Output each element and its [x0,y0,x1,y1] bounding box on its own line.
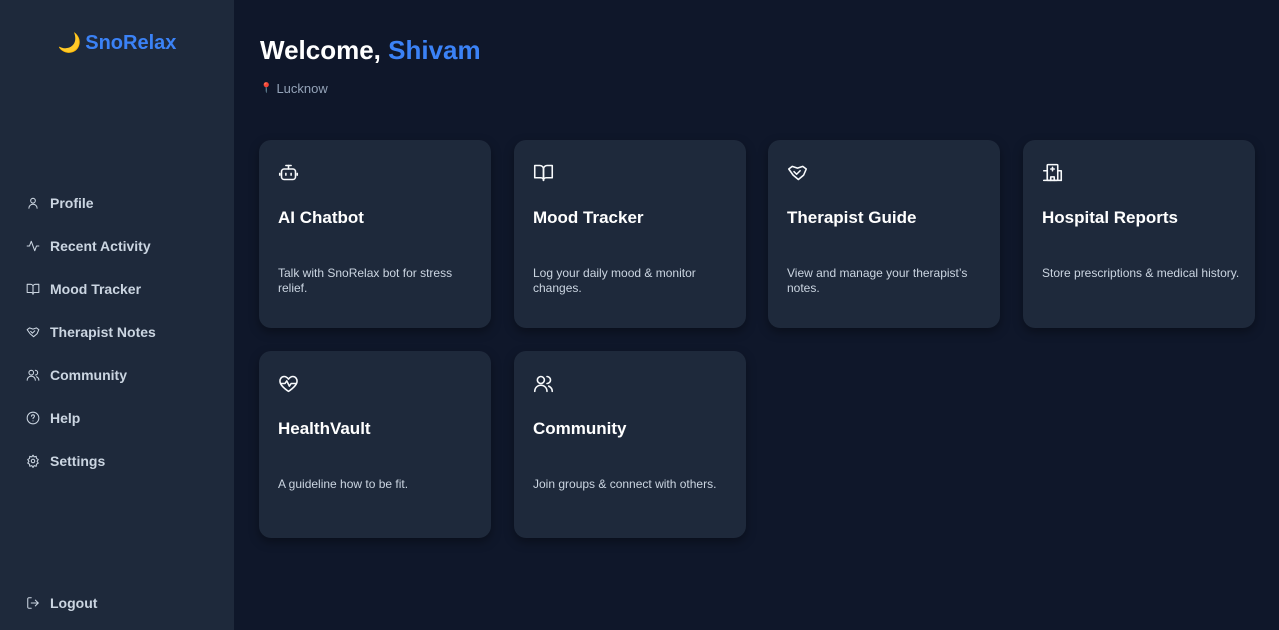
brand-logo[interactable]: 🌙 SnoRelax [0,31,234,55]
card-description: A guideline how to be fit. [278,477,409,491]
card-title: Therapist Guide [787,208,917,227]
sidebar-item-label: Settings [50,452,106,469]
card-ai-chatbot[interactable]: AI Chatbot Talk with SnoRelax bot for st… [259,140,491,328]
handshake-icon [787,162,809,184]
sidebar-item-label: Mood Tracker [50,280,142,297]
heart-pulse-icon [278,373,300,395]
logout-button[interactable]: Logout [0,581,234,624]
help-circle-icon [25,410,40,425]
sidebar: 🌙 SnoRelax Profile Recent Activity Mood T… [0,0,234,630]
sidebar-nav: Profile Recent Activity Mood Tracker The… [0,181,234,482]
card-hospital-reports[interactable]: Hospital Reports Store prescriptions & m… [1023,140,1255,328]
sidebar-item-label: Community [50,366,127,383]
sidebar-item-mood-tracker[interactable]: Mood Tracker [0,267,234,310]
user-icon [25,195,40,210]
sidebar-item-profile[interactable]: Profile [0,181,234,224]
sidebar-item-settings[interactable]: Settings [0,439,234,482]
logout-icon [25,595,40,610]
sidebar-item-community[interactable]: Community [0,353,234,396]
main-content: Welcome, Shivam 📍 Lucknow AI Chatbot Tal… [234,0,1279,630]
card-title: AI Chatbot [278,208,364,227]
sidebar-item-therapist-notes[interactable]: Therapist Notes [0,310,234,353]
card-healthvault[interactable]: HealthVault A guideline how to be fit. [259,351,491,538]
users-icon [25,367,40,382]
card-community[interactable]: Community Join groups & connect with oth… [514,351,746,538]
book-open-icon [533,162,555,184]
logout-label: Logout [50,594,98,611]
users-icon [533,373,555,395]
sidebar-item-label: Profile [50,194,94,211]
card-description: Log your daily mood & monitor changes. [533,266,696,295]
card-mood-tracker[interactable]: Mood Tracker Log your daily mood & monit… [514,140,746,328]
sidebar-item-recent-activity[interactable]: Recent Activity [0,224,234,267]
card-therapist-guide[interactable]: Therapist Guide View and manage your the… [768,140,1000,328]
handshake-icon [25,324,40,339]
book-open-icon [25,281,40,296]
hospital-icon [1042,162,1064,184]
brand-name: SnoRelax [85,32,177,54]
location: 📍 Lucknow [260,81,328,96]
user-name: Shivam [388,35,481,65]
sidebar-item-help[interactable]: Help [0,396,234,439]
moon-icon: 🌙 [57,33,82,54]
card-description: Store prescriptions & medical history. [1042,266,1240,280]
sidebar-item-label: Help [50,409,81,426]
page-title: Welcome, Shivam [260,35,481,66]
bot-icon [278,162,300,184]
sidebar-item-label: Therapist Notes [50,323,156,340]
card-title: Community [533,419,627,438]
welcome-prefix: Welcome, [260,35,389,65]
card-title: Mood Tracker [533,208,644,227]
card-title: Hospital Reports [1042,208,1179,227]
card-title: HealthVault [278,419,371,438]
card-description: View and manage your therapist’s notes. [787,266,968,295]
pin-icon: 📍 [260,83,273,94]
card-description: Join groups & connect with others. [533,477,717,491]
location-text: Lucknow [276,81,328,96]
activity-icon [25,238,40,253]
card-description: Talk with SnoRelax bot for stress relief… [278,266,453,295]
sidebar-item-label: Recent Activity [50,237,151,254]
gear-icon [25,453,40,468]
